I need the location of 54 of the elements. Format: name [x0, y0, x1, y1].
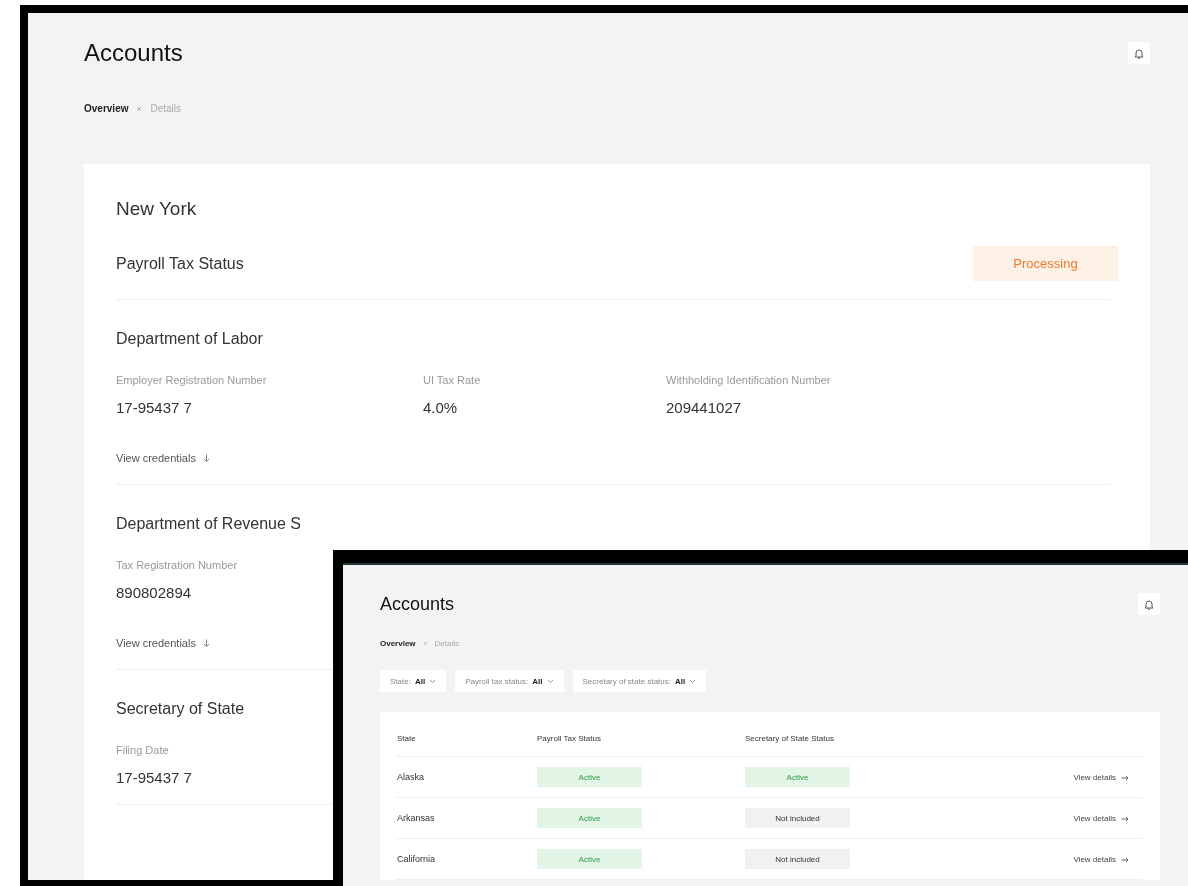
arrow-right-icon: [1121, 774, 1129, 781]
view-details-link[interactable]: View details: [1073, 814, 1129, 823]
field-value: 890802894: [116, 584, 192, 601]
page-title: Accounts: [380, 593, 455, 615]
status-badge: Not included: [745, 808, 850, 828]
view-credentials-link[interactable]: View credentials: [116, 452, 210, 464]
field-label: UI Tax Rate: [423, 374, 481, 386]
breadcrumb-separator-icon: [422, 641, 428, 646]
breadcrumb-link[interactable]: Overview: [84, 103, 129, 114]
chevron-down-icon: [689, 678, 697, 684]
filter-dropdown[interactable]: State: All: [380, 670, 447, 692]
status-badge: Active: [537, 808, 642, 828]
status-badge: Active: [537, 849, 642, 869]
status-badge: Not included: [745, 849, 850, 869]
field-label: Withholding Identification Number: [666, 374, 831, 386]
view-details-link[interactable]: View details: [1073, 773, 1129, 782]
section-title: Department of Labor: [116, 330, 264, 348]
state-heading: New York: [116, 198, 198, 220]
field-label: Filing Date: [116, 744, 169, 756]
chevron-down-icon: [546, 678, 554, 684]
state-cell-text: California: [397, 854, 437, 864]
field-value: 4.0%: [423, 399, 458, 416]
arrow-right-icon: [1121, 815, 1129, 822]
status-badge: Active: [537, 767, 642, 787]
field-value: 209441027: [666, 399, 742, 416]
view-credentials-link[interactable]: View credentials: [116, 637, 210, 649]
filter-dropdown[interactable]: Payroll tax status: All: [455, 670, 564, 692]
arrow-down-icon: [202, 453, 210, 463]
notifications-button[interactable]: [1128, 42, 1150, 64]
field-value: 17-95437 7: [116, 399, 192, 416]
field-label: Tax Registration Number: [116, 559, 238, 571]
section-title: Department of Revenue S: [116, 515, 302, 533]
notifications-button[interactable]: [1138, 593, 1160, 615]
arrow-right-icon: [1121, 856, 1129, 863]
state-cell-text: Alaska: [397, 772, 425, 782]
column-header: State: [397, 733, 417, 743]
arrow-down-icon: [202, 638, 210, 648]
section-title: Secretary of State: [116, 700, 246, 718]
page-title: Accounts: [84, 39, 183, 67]
bell-icon: [1144, 598, 1154, 610]
view-details-link[interactable]: View details: [1073, 855, 1129, 864]
status-badge: Processing: [973, 246, 1118, 281]
column-header: Payroll Tax Status: [537, 733, 602, 743]
breadcrumb-separator-icon: [136, 105, 143, 112]
bell-icon: [1134, 47, 1144, 59]
chevron-down-icon: [429, 678, 437, 684]
field-label: Employer Registration Number: [116, 374, 267, 386]
column-header: Secretary of State Status: [745, 733, 835, 743]
filter-dropdown[interactable]: Secretary of state status: All: [572, 670, 707, 692]
breadcrumb-link[interactable]: Overview: [380, 639, 416, 648]
state-cell-text: Arkansas: [397, 813, 436, 823]
status-label: Payroll Tax Status: [116, 254, 244, 273]
status-badge: Active: [745, 767, 850, 787]
field-value: 17-95437 7: [116, 769, 192, 786]
